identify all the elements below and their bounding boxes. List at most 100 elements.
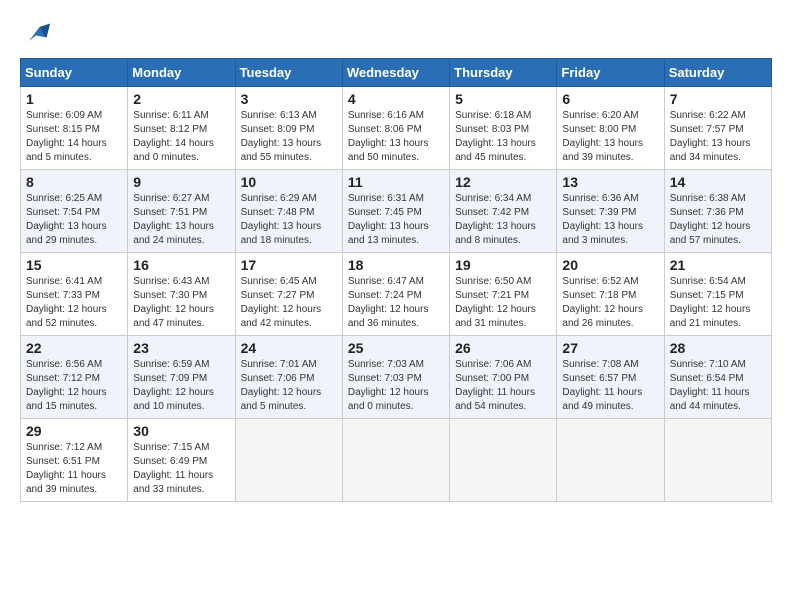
day-number: 18 xyxy=(348,257,444,273)
calendar-day-cell: 12 Sunrise: 6:34 AM Sunset: 7:42 PM Dayli… xyxy=(450,170,557,253)
day-number: 14 xyxy=(670,174,766,190)
day-number: 8 xyxy=(26,174,122,190)
day-info-text: Sunrise: 6:31 AM Sunset: 7:45 PM Dayligh… xyxy=(348,192,444,248)
day-info-text: Sunrise: 6:22 AM Sunset: 7:57 PM Dayligh… xyxy=(670,109,766,165)
day-number: 20 xyxy=(562,257,658,273)
day-number: 24 xyxy=(241,340,337,356)
day-info-text: Sunrise: 7:12 AM Sunset: 6:51 PM Dayligh… xyxy=(26,441,122,497)
day-info-text: Sunrise: 7:10 AM Sunset: 6:54 PM Dayligh… xyxy=(670,358,766,414)
calendar-day-cell: 13 Sunrise: 6:36 AM Sunset: 7:39 PM Dayli… xyxy=(557,170,664,253)
calendar-day-cell xyxy=(235,419,342,502)
calendar-week-row: 1 Sunrise: 6:09 AM Sunset: 8:15 PM Daylig… xyxy=(21,87,772,170)
calendar-day-cell: 7Sunrise: 6:22 AM Sunset: 7:57 PM Daylig… xyxy=(664,87,771,170)
day-number: 11 xyxy=(348,174,444,190)
day-info-text: Sunrise: 6:50 AM Sunset: 7:21 PM Dayligh… xyxy=(455,275,551,331)
calendar-week-row: 29 Sunrise: 7:12 AM Sunset: 6:51 PM Dayli… xyxy=(21,419,772,502)
calendar-day-cell: 9Sunrise: 6:27 AM Sunset: 7:51 PM Daylig… xyxy=(128,170,235,253)
day-info-text: Sunrise: 7:01 AM Sunset: 7:06 PM Dayligh… xyxy=(241,358,337,414)
day-number: 28 xyxy=(670,340,766,356)
calendar-day-cell: 29 Sunrise: 7:12 AM Sunset: 6:51 PM Dayli… xyxy=(21,419,128,502)
day-info-text: Sunrise: 6:09 AM Sunset: 8:15 PM Dayligh… xyxy=(26,109,122,165)
day-number: 3 xyxy=(241,91,337,107)
weekday-header-thursday: Thursday xyxy=(450,59,557,87)
day-number: 19 xyxy=(455,257,551,273)
calendar-day-cell xyxy=(557,419,664,502)
day-info-text: Sunrise: 6:27 AM Sunset: 7:51 PM Dayligh… xyxy=(133,192,229,248)
calendar-day-cell: 3 Sunrise: 6:13 AM Sunset: 8:09 PM Daylig… xyxy=(235,87,342,170)
calendar-day-cell: 17Sunrise: 6:45 AM Sunset: 7:27 PM Dayli… xyxy=(235,253,342,336)
day-info-text: Sunrise: 6:56 AM Sunset: 7:12 PM Dayligh… xyxy=(26,358,122,414)
calendar-day-cell: 14 Sunrise: 6:38 AM Sunset: 7:36 PM Dayli… xyxy=(664,170,771,253)
calendar-day-cell: 8 Sunrise: 6:25 AM Sunset: 7:54 PM Daylig… xyxy=(21,170,128,253)
day-info-text: Sunrise: 7:08 AM Sunset: 6:57 PM Dayligh… xyxy=(562,358,658,414)
day-info-text: Sunrise: 6:36 AM Sunset: 7:39 PM Dayligh… xyxy=(562,192,658,248)
calendar-day-cell: 24 Sunrise: 7:01 AM Sunset: 7:06 PM Dayli… xyxy=(235,336,342,419)
day-info-text: Sunrise: 6:18 AM Sunset: 8:03 PM Dayligh… xyxy=(455,109,551,165)
calendar-day-cell: 26 Sunrise: 7:06 AM Sunset: 7:00 PM Dayli… xyxy=(450,336,557,419)
calendar-week-row: 8 Sunrise: 6:25 AM Sunset: 7:54 PM Daylig… xyxy=(21,170,772,253)
day-number: 29 xyxy=(26,423,122,439)
logo xyxy=(20,20,50,48)
day-number: 27 xyxy=(562,340,658,356)
calendar-day-cell: 23Sunrise: 6:59 AM Sunset: 7:09 PM Dayli… xyxy=(128,336,235,419)
day-info-text: Sunrise: 6:52 AM Sunset: 7:18 PM Dayligh… xyxy=(562,275,658,331)
day-info-text: Sunrise: 7:06 AM Sunset: 7:00 PM Dayligh… xyxy=(455,358,551,414)
day-info-text: Sunrise: 7:15 AM Sunset: 6:49 PM Dayligh… xyxy=(133,441,229,497)
calendar-day-cell: 20 Sunrise: 6:52 AM Sunset: 7:18 PM Dayli… xyxy=(557,253,664,336)
weekday-header-friday: Friday xyxy=(557,59,664,87)
calendar-header-row: SundayMondayTuesdayWednesdayThursdayFrid… xyxy=(21,59,772,87)
day-number: 5 xyxy=(455,91,551,107)
day-info-text: Sunrise: 6:54 AM Sunset: 7:15 PM Dayligh… xyxy=(670,275,766,331)
day-number: 30 xyxy=(133,423,229,439)
calendar-day-cell: 2Sunrise: 6:11 AM Sunset: 8:12 PM Daylig… xyxy=(128,87,235,170)
day-number: 6 xyxy=(562,91,658,107)
calendar-day-cell: 15 Sunrise: 6:41 AM Sunset: 7:33 PM Dayli… xyxy=(21,253,128,336)
day-number: 21 xyxy=(670,257,766,273)
calendar-day-cell: 11 Sunrise: 6:31 AM Sunset: 7:45 PM Dayli… xyxy=(342,170,449,253)
day-info-text: Sunrise: 6:16 AM Sunset: 8:06 PM Dayligh… xyxy=(348,109,444,165)
day-number: 10 xyxy=(241,174,337,190)
day-number: 12 xyxy=(455,174,551,190)
day-number: 1 xyxy=(26,91,122,107)
calendar-day-cell: 18 Sunrise: 6:47 AM Sunset: 7:24 PM Dayli… xyxy=(342,253,449,336)
day-number: 22 xyxy=(26,340,122,356)
calendar-day-cell xyxy=(342,419,449,502)
calendar-day-cell: 28 Sunrise: 7:10 AM Sunset: 6:54 PM Dayli… xyxy=(664,336,771,419)
day-number: 26 xyxy=(455,340,551,356)
calendar-table: SundayMondayTuesdayWednesdayThursdayFrid… xyxy=(20,58,772,502)
day-info-text: Sunrise: 6:45 AM Sunset: 7:27 PM Dayligh… xyxy=(241,275,337,331)
calendar-day-cell: 22 Sunrise: 6:56 AM Sunset: 7:12 PM Dayli… xyxy=(21,336,128,419)
calendar-day-cell xyxy=(450,419,557,502)
logo-bird-icon xyxy=(22,20,50,48)
weekday-header-tuesday: Tuesday xyxy=(235,59,342,87)
calendar-day-cell: 25Sunrise: 7:03 AM Sunset: 7:03 PM Dayli… xyxy=(342,336,449,419)
weekday-header-monday: Monday xyxy=(128,59,235,87)
day-number: 13 xyxy=(562,174,658,190)
day-info-text: Sunrise: 7:03 AM Sunset: 7:03 PM Dayligh… xyxy=(348,358,444,414)
day-info-text: Sunrise: 6:25 AM Sunset: 7:54 PM Dayligh… xyxy=(26,192,122,248)
day-info-text: Sunrise: 6:34 AM Sunset: 7:42 PM Dayligh… xyxy=(455,192,551,248)
day-info-text: Sunrise: 6:13 AM Sunset: 8:09 PM Dayligh… xyxy=(241,109,337,165)
calendar-day-cell: 30 Sunrise: 7:15 AM Sunset: 6:49 PM Dayli… xyxy=(128,419,235,502)
page-header xyxy=(20,20,772,48)
calendar-day-cell: 5 Sunrise: 6:18 AM Sunset: 8:03 PM Daylig… xyxy=(450,87,557,170)
day-info-text: Sunrise: 6:47 AM Sunset: 7:24 PM Dayligh… xyxy=(348,275,444,331)
weekday-header-saturday: Saturday xyxy=(664,59,771,87)
calendar-day-cell: 16 Sunrise: 6:43 AM Sunset: 7:30 PM Dayli… xyxy=(128,253,235,336)
calendar-day-cell: 27 Sunrise: 7:08 AM Sunset: 6:57 PM Dayli… xyxy=(557,336,664,419)
calendar-week-row: 22 Sunrise: 6:56 AM Sunset: 7:12 PM Dayli… xyxy=(21,336,772,419)
weekday-header-wednesday: Wednesday xyxy=(342,59,449,87)
calendar-day-cell: 10 Sunrise: 6:29 AM Sunset: 7:48 PM Dayli… xyxy=(235,170,342,253)
day-info-text: Sunrise: 6:38 AM Sunset: 7:36 PM Dayligh… xyxy=(670,192,766,248)
calendar-day-cell: 6 Sunrise: 6:20 AM Sunset: 8:00 PM Daylig… xyxy=(557,87,664,170)
day-number: 15 xyxy=(26,257,122,273)
day-info-text: Sunrise: 6:43 AM Sunset: 7:30 PM Dayligh… xyxy=(133,275,229,331)
calendar-day-cell: 4 Sunrise: 6:16 AM Sunset: 8:06 PM Daylig… xyxy=(342,87,449,170)
day-number: 4 xyxy=(348,91,444,107)
day-info-text: Sunrise: 6:41 AM Sunset: 7:33 PM Dayligh… xyxy=(26,275,122,331)
day-info-text: Sunrise: 6:29 AM Sunset: 7:48 PM Dayligh… xyxy=(241,192,337,248)
day-info-text: Sunrise: 6:20 AM Sunset: 8:00 PM Dayligh… xyxy=(562,109,658,165)
day-number: 23 xyxy=(133,340,229,356)
calendar-day-cell: 21 Sunrise: 6:54 AM Sunset: 7:15 PM Dayli… xyxy=(664,253,771,336)
day-number: 16 xyxy=(133,257,229,273)
